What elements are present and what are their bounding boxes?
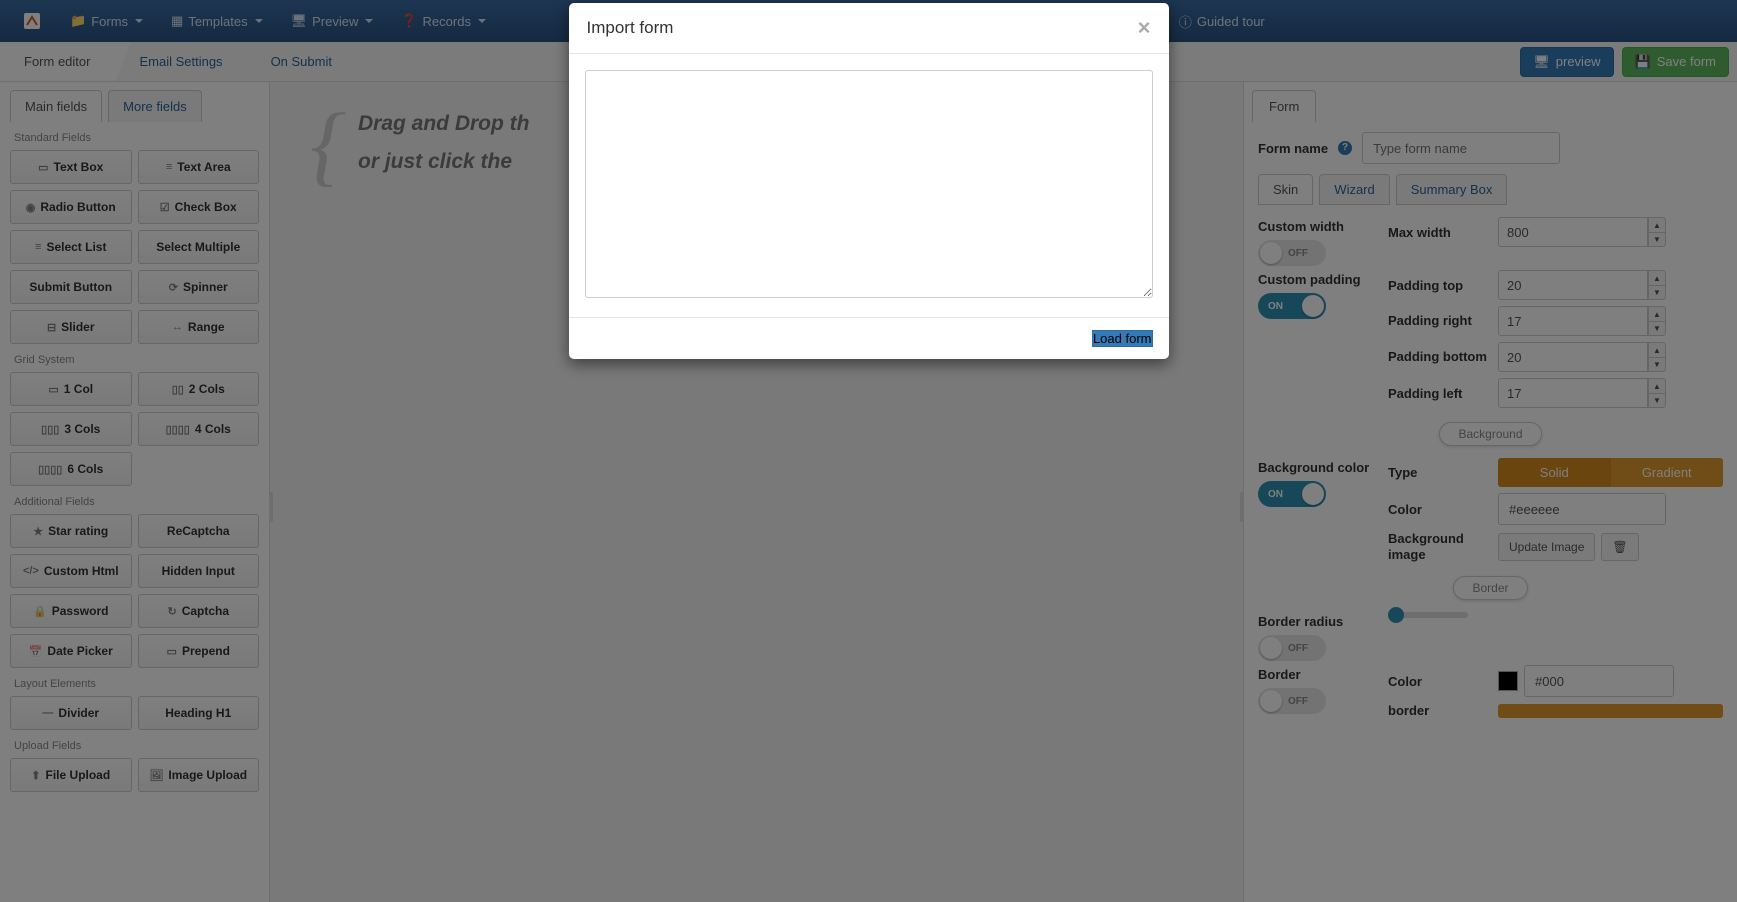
import-textarea[interactable]: [585, 70, 1153, 298]
load-form-button[interactable]: Load form: [1092, 330, 1153, 347]
modal-title: Import form: [587, 18, 1138, 38]
close-icon[interactable]: ×: [1138, 17, 1151, 39]
import-form-modal: Import form × Load form: [569, 3, 1169, 359]
